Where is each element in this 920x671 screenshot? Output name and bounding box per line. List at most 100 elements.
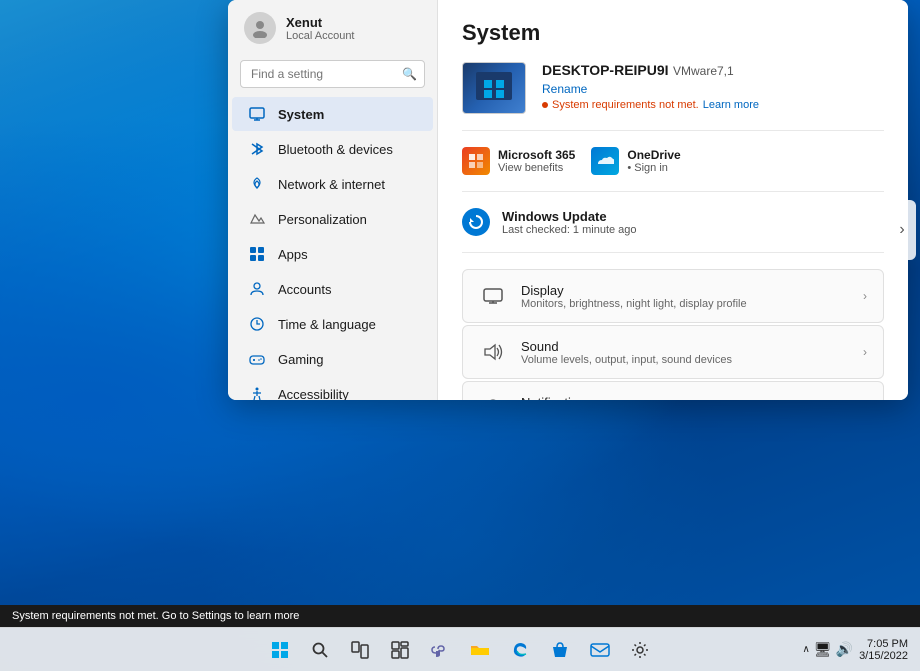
nav-items: System Bluetooth & devices (228, 96, 437, 400)
gaming-icon (248, 350, 266, 368)
onedrive-sub: • Sign in (627, 162, 680, 174)
display-text: Display Monitors, brightness, night ligh… (521, 283, 849, 310)
device-name: DESKTOP-REIPU9I (542, 62, 669, 78)
system-icon (248, 105, 266, 123)
right-arrow-button[interactable]: › (888, 200, 916, 260)
system-tray-icons[interactable]: ∧ 🖥 🔊 (803, 641, 854, 658)
windows-update-title: Windows Update (502, 209, 637, 224)
user-name: Xenut (286, 15, 355, 30)
sidebar-label-time: Time & language (278, 317, 376, 332)
ms365-icon (462, 147, 490, 175)
windows-update-subtitle: Last checked: 1 minute ago (502, 224, 637, 236)
sidebar-label-personalization: Personalization (278, 212, 367, 227)
chevron-up-icon[interactable]: ∧ (803, 644, 810, 655)
ms365-info: Microsoft 365 View benefits (498, 148, 575, 174)
sidebar-label-gaming: Gaming (278, 352, 324, 367)
sidebar-item-personalization[interactable]: Personalization (232, 202, 433, 236)
notifications-title: Notifications (521, 395, 849, 401)
device-vm: VMware7,1 (673, 64, 734, 78)
clock-time: 7:05 PM (867, 638, 908, 650)
search-box[interactable]: 🔍 (240, 60, 425, 88)
bottom-notification-text: System requirements not met. Go to Setti… (12, 610, 299, 622)
device-card: DESKTOP-REIPU9I VMware7,1 Rename System … (462, 62, 884, 131)
network-icon (248, 175, 266, 193)
ms365-link[interactable]: Microsoft 365 View benefits (462, 147, 575, 175)
personalization-icon (248, 210, 266, 228)
sound-chevron-icon: › (863, 345, 867, 359)
task-view-button[interactable] (342, 632, 378, 668)
sound-text: Sound Volume levels, output, input, soun… (521, 339, 849, 366)
notifications-text: Notifications Alerts from apps and syste… (521, 395, 849, 401)
time-icon (248, 315, 266, 333)
sidebar-item-system[interactable]: System (232, 97, 433, 131)
warning-text: System requirements not met. (552, 99, 699, 111)
ms365-title: Microsoft 365 (498, 148, 575, 162)
bluetooth-icon (248, 140, 266, 158)
sidebar-label-network: Network & internet (278, 177, 385, 192)
sidebar-item-time[interactable]: Time & language (232, 307, 433, 341)
device-info: DESKTOP-REIPU9I VMware7,1 Rename System … (542, 62, 884, 111)
quick-links: Microsoft 365 View benefits OneDrive • S… (462, 147, 884, 192)
sidebar-item-bluetooth[interactable]: Bluetooth & devices (232, 132, 433, 166)
warning-dot (542, 102, 548, 108)
display-title: Display (521, 283, 849, 298)
taskbar-center (262, 632, 658, 668)
volume-tray-icon[interactable]: 🔊 (836, 641, 853, 658)
display-chevron-icon: › (863, 289, 867, 303)
sidebar-item-accounts[interactable]: Accounts (232, 272, 433, 306)
start-button[interactable] (262, 632, 298, 668)
accessibility-icon (248, 385, 266, 400)
bottom-notification: System requirements not met. Go to Setti… (0, 605, 920, 627)
device-warning: System requirements not met. Learn more (542, 99, 884, 111)
display-item[interactable]: Display Monitors, brightness, night ligh… (462, 269, 884, 323)
sound-title: Sound (521, 339, 849, 354)
main-content: System DESKTOP-REIPU9I VMware7,1 Rename (438, 0, 908, 400)
file-explorer-button[interactable] (462, 632, 498, 668)
taskbar: ∧ 🖥 🔊 7:05 PM 3/15/2022 (0, 627, 920, 671)
windows-update-section[interactable]: Windows Update Last checked: 1 minute ag… (462, 208, 884, 253)
onedrive-icon (591, 147, 619, 175)
user-account-type: Local Account (286, 30, 355, 42)
sidebar-label-apps: Apps (278, 247, 308, 262)
onedrive-link[interactable]: OneDrive • Sign in (591, 147, 680, 175)
store-button[interactable] (542, 632, 578, 668)
sidebar-item-apps[interactable]: Apps (232, 237, 433, 271)
accounts-icon (248, 280, 266, 298)
taskbar-right: ∧ 🖥 🔊 7:05 PM 3/15/2022 (803, 638, 908, 662)
edge-button[interactable] (502, 632, 538, 668)
onedrive-title: OneDrive (627, 148, 680, 162)
learn-more-link[interactable]: Learn more (703, 99, 759, 111)
sound-item[interactable]: Sound Volume levels, output, input, soun… (462, 325, 884, 379)
search-icon: 🔍 (402, 67, 417, 81)
sidebar-label-accessibility: Accessibility (278, 387, 349, 401)
sound-icon (479, 338, 507, 366)
search-taskbar-button[interactable] (302, 632, 338, 668)
windows-update-icon (462, 208, 490, 236)
apps-icon (248, 245, 266, 263)
taskbar-clock[interactable]: 7:05 PM 3/15/2022 (859, 638, 908, 662)
settings-taskbar-button[interactable] (622, 632, 658, 668)
notifications-icon (479, 394, 507, 400)
windows-update-info: Windows Update Last checked: 1 minute ag… (502, 209, 637, 236)
sidebar-item-accessibility[interactable]: Accessibility (232, 377, 433, 400)
sidebar-item-network[interactable]: Network & internet (232, 167, 433, 201)
sidebar-item-gaming[interactable]: Gaming (232, 342, 433, 376)
ms365-sub: View benefits (498, 162, 575, 174)
sidebar-label-accounts: Accounts (278, 282, 331, 297)
mail-button[interactable] (582, 632, 618, 668)
sound-sub: Volume levels, output, input, sound devi… (521, 354, 849, 366)
network-tray-icon[interactable]: 🖥 (814, 641, 832, 658)
sidebar-label-system: System (278, 107, 324, 122)
search-input[interactable] (240, 60, 425, 88)
teams-button[interactable] (422, 632, 458, 668)
settings-list: Display Monitors, brightness, night ligh… (462, 269, 884, 400)
rename-link[interactable]: Rename (542, 82, 884, 96)
widgets-button[interactable] (382, 632, 418, 668)
user-section[interactable]: Xenut Local Account (228, 0, 437, 56)
sidebar: Xenut Local Account 🔍 System (228, 0, 438, 400)
notifications-item[interactable]: Notifications Alerts from apps and syste… (462, 381, 884, 400)
onedrive-info: OneDrive • Sign in (627, 148, 680, 174)
display-sub: Monitors, brightness, night light, displ… (521, 298, 849, 310)
display-icon (479, 282, 507, 310)
clock-date: 3/15/2022 (859, 650, 908, 662)
